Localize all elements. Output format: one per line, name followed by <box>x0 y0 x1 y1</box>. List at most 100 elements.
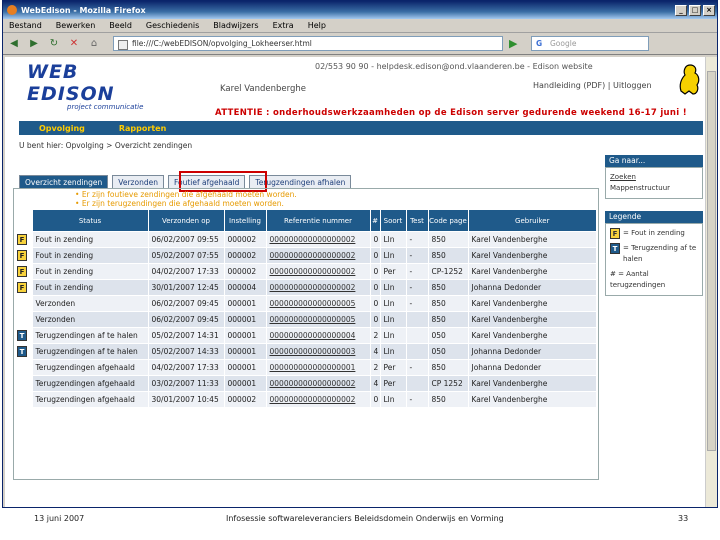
col-reference[interactable]: Referentie nummer <box>265 209 371 232</box>
go-icon[interactable]: ▶ <box>509 37 521 51</box>
cell-user: Johanna Dedonder <box>468 343 597 360</box>
error-icon: F <box>17 250 27 261</box>
webedison-logo: WEB EDISON project communicatie <box>27 61 167 111</box>
cell-count: 0 <box>370 263 381 280</box>
menu-extra[interactable]: Extra <box>273 21 294 30</box>
goto-zoeken[interactable]: Zoeken <box>610 172 698 183</box>
menu-help[interactable]: Help <box>308 21 326 30</box>
cell-institution: 000001 <box>224 327 267 344</box>
menu-bestand[interactable]: Bestand <box>9 21 42 30</box>
cell-count: 2 <box>370 359 381 376</box>
cell-count: 4 <box>370 343 381 360</box>
home-icon[interactable]: ⌂ <box>87 37 101 51</box>
nav-rapporten[interactable]: Rapporten <box>119 124 166 133</box>
legend-title: Legende <box>605 211 703 223</box>
cell-reference[interactable]: 000000000000000005 <box>266 311 371 328</box>
cell-test: - <box>406 263 429 280</box>
cell-reference[interactable]: 000000000000000002 <box>266 279 371 296</box>
cell-user: Johanna Dedonder <box>468 279 597 296</box>
cell-reference[interactable]: 000000000000000002 <box>266 231 371 248</box>
cell-codepage: 050 <box>428 343 469 360</box>
table-row[interactable]: F Fout in zending 06/02/2007 09:55 000002 00… <box>15 231 597 248</box>
stop-icon[interactable]: ✕ <box>67 37 81 51</box>
cell-reference[interactable]: 000000000000000002 <box>266 263 371 280</box>
table-row[interactable]: F Fout in zending 04/02/2007 17:33 000002 00… <box>15 263 597 280</box>
legend-n: # = Aantal terugzendingen <box>610 270 666 289</box>
menu-bladwijzers[interactable]: Bladwijzers <box>213 21 258 30</box>
table-row[interactable]: T Terugzendingen af te halen 05/02/2007 14… <box>15 327 597 344</box>
cell-status: Verzonden <box>32 295 149 312</box>
tab-overzicht[interactable]: Overzicht zendingen <box>19 175 109 189</box>
table-row[interactable]: Terugzendingen afgehaald 03/02/2007 11:33… <box>15 375 597 392</box>
tab-verzonden[interactable]: Verzonden <box>112 175 164 189</box>
flemish-lion-icon <box>679 64 700 95</box>
row-icon-cell <box>15 391 33 408</box>
cell-test: - <box>406 247 429 264</box>
footer-page: 33 <box>678 514 689 523</box>
return-icon: T <box>610 243 620 254</box>
cell-reference[interactable]: 000000000000000002 <box>266 247 371 264</box>
cell-reference[interactable]: 000000000000000002 <box>266 391 371 408</box>
error-icon: F <box>17 266 27 277</box>
cell-type: Lln <box>380 391 407 408</box>
cell-codepage: 050 <box>428 327 469 344</box>
table-row[interactable]: F Fout in zending 30/01/2007 12:45 000004 00… <box>15 279 597 296</box>
col-codepage[interactable]: Code page <box>427 209 469 232</box>
back-icon[interactable]: ◀ <box>7 37 21 51</box>
cell-type: Per <box>380 375 407 392</box>
col-date[interactable]: Verzonden op <box>147 209 225 232</box>
contact-line[interactable]: 02/553 90 90 - helpdesk.edison@ond.vlaan… <box>315 62 593 71</box>
cell-reference[interactable]: 000000000000000005 <box>266 295 371 312</box>
table-row[interactable]: Verzonden 06/02/2007 09:45 000001 000000000… <box>15 311 597 328</box>
cell-user: Johanna Dedonder <box>468 359 597 376</box>
vertical-scrollbar[interactable] <box>705 57 717 507</box>
footer-center: Infosessie softwareleveranciers Beleidsd… <box>226 514 504 523</box>
cell-reference[interactable]: 000000000000000003 <box>266 343 371 360</box>
cell-reference[interactable]: 000000000000000001 <box>266 359 371 376</box>
col-user[interactable]: Gebruiker <box>467 209 597 232</box>
cell-codepage: 850 <box>428 231 469 248</box>
reload-icon[interactable]: ↻ <box>47 37 61 51</box>
cell-codepage: 850 <box>428 359 469 376</box>
table-row[interactable]: T Terugzendingen af te halen 05/02/2007 14… <box>15 343 597 360</box>
cell-reference[interactable]: 000000000000000002 <box>266 375 371 392</box>
legend-f: F = Fout in zending <box>610 228 698 239</box>
error-icon: F <box>17 233 27 245</box>
menu-geschiedenis[interactable]: Geschiedenis <box>146 21 199 30</box>
error-icon: F <box>610 228 620 239</box>
table-row[interactable]: Terugzendingen afgehaald 04/02/2007 17:33… <box>15 359 597 376</box>
cell-test: - <box>406 359 429 376</box>
cell-date: 03/02/2007 11:33 <box>148 375 225 392</box>
cell-count: 0 <box>370 231 381 248</box>
search-input[interactable]: Google <box>531 36 649 51</box>
cell-user: Karel Vandenberghe <box>468 231 597 248</box>
forward-icon[interactable]: ▶ <box>27 37 41 51</box>
table-row[interactable]: F Fout in zending 05/02/2007 07:55 000002 00… <box>15 247 597 264</box>
nav-opvolging[interactable]: Opvolging <box>39 124 85 133</box>
cell-reference[interactable]: 000000000000000004 <box>266 327 371 344</box>
cell-date: 04/02/2007 17:33 <box>148 263 225 280</box>
table-row[interactable]: Terugzendingen afgehaald 30/01/2007 10:45… <box>15 391 597 408</box>
col-type[interactable]: Soort <box>379 209 407 232</box>
return-icon: T <box>17 346 27 357</box>
manual-logout-links[interactable]: Handleiding (PDF) | Uitloggen <box>533 81 652 90</box>
col-test[interactable]: Test <box>405 209 429 232</box>
col-institution[interactable]: Instelling <box>223 209 267 232</box>
cell-type: Lln <box>380 247 407 264</box>
table-row[interactable]: Verzonden 06/02/2007 09:45 000001 000000000… <box>15 295 597 312</box>
address-bar[interactable]: file:///C:/webEDISON/opvolging_Lokheerse… <box>113 36 503 51</box>
col-count[interactable]: # <box>369 209 381 232</box>
menu-bewerken[interactable]: Bewerken <box>56 21 96 30</box>
menu-beeld[interactable]: Beeld <box>109 21 132 30</box>
user-name: Karel Vandenberghe <box>220 84 306 94</box>
cell-institution: 000001 <box>224 343 267 360</box>
minimize-button[interactable]: _ <box>675 4 687 16</box>
scroll-thumb[interactable] <box>707 71 716 451</box>
col-status[interactable]: Status <box>31 209 149 232</box>
close-button[interactable]: × <box>703 4 715 16</box>
cell-type: Lln <box>380 343 407 360</box>
logo-subtitle: project communicatie <box>67 103 144 111</box>
goto-mappen[interactable]: Mappenstructuur <box>610 183 698 194</box>
maximize-button[interactable]: □ <box>689 4 701 16</box>
cell-codepage: 850 <box>428 295 469 312</box>
